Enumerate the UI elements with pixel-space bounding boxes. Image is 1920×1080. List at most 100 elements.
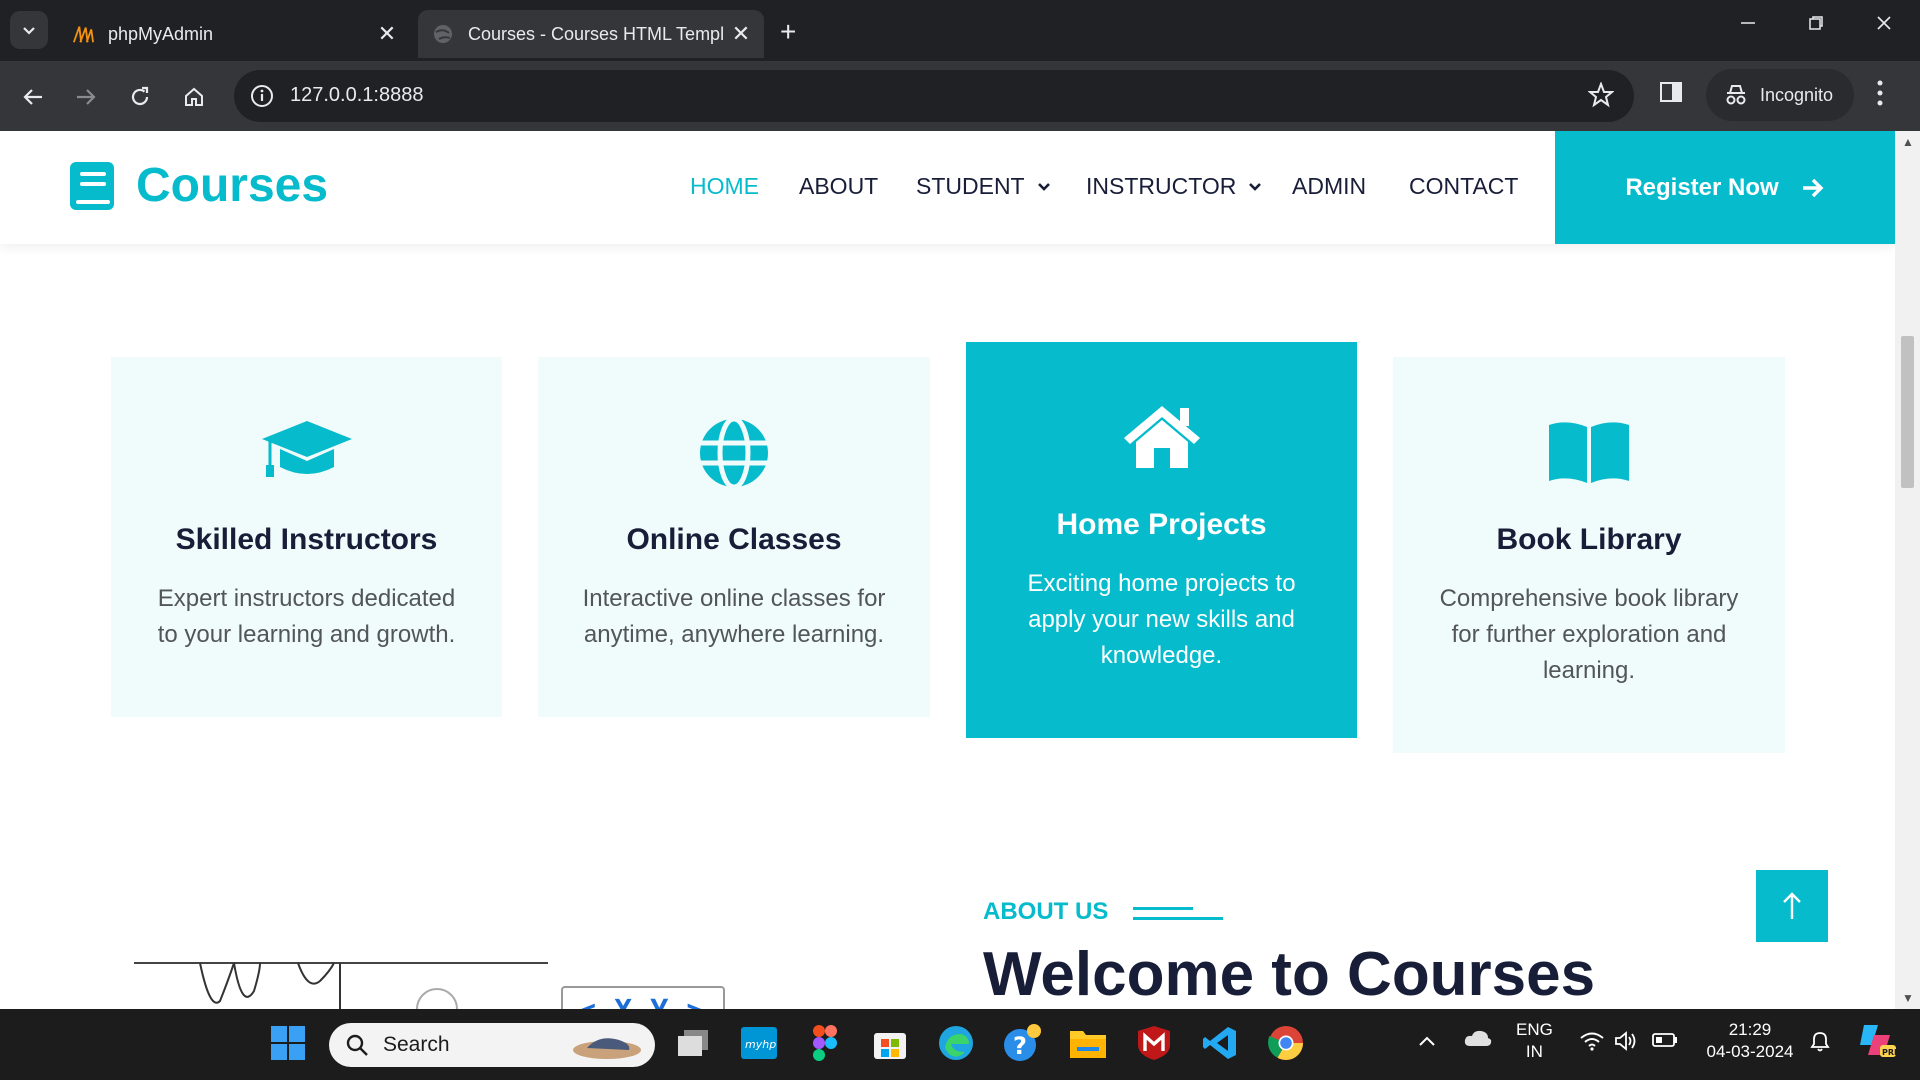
chevron-up-icon xyxy=(1419,1036,1435,1046)
svg-text:PRE: PRE xyxy=(1882,1048,1896,1057)
book-icon xyxy=(70,161,114,210)
search-placeholder: Search xyxy=(383,1033,450,1056)
search-icon xyxy=(346,1034,368,1056)
microsoft-store-icon[interactable] xyxy=(870,1023,910,1063)
service-description: Comprehensive book library for further e… xyxy=(1439,585,1739,684)
task-view-icon[interactable] xyxy=(673,1023,713,1063)
service-card-featured: Home Projects Exciting home projects to … xyxy=(966,342,1357,738)
site-info-icon[interactable] xyxy=(248,82,276,110)
volume-icon[interactable] xyxy=(1614,1031,1638,1057)
reload-icon xyxy=(131,86,149,106)
browser-tab-bar: phpMyAdmin ✕ Courses - Courses HTML Temp… xyxy=(0,0,1920,61)
copilot-icon[interactable]: PRE xyxy=(1856,1023,1900,1065)
brand-logo[interactable]: Courses xyxy=(70,158,328,213)
service-card: Skilled Instructors Expert instructors d… xyxy=(111,357,502,717)
vscode-icon[interactable] xyxy=(1200,1023,1240,1063)
arrow-right-icon xyxy=(77,89,96,105)
onedrive-cloud-icon[interactable] xyxy=(1464,1029,1492,1053)
chevron-down-icon xyxy=(1037,182,1050,191)
page-scrollbar[interactable]: ▲ ▼ xyxy=(1895,131,1920,1009)
forward-button[interactable] xyxy=(68,79,104,115)
home-button[interactable] xyxy=(176,79,212,115)
arrow-up-icon xyxy=(1783,892,1801,919)
file-explorer-icon[interactable] xyxy=(1068,1023,1108,1063)
back-button[interactable] xyxy=(15,79,51,115)
side-panel-icon[interactable] xyxy=(1658,79,1684,110)
nav-admin[interactable]: ADMIN xyxy=(1292,173,1366,200)
graduation-cap-icon xyxy=(111,419,502,479)
home-icon xyxy=(966,402,1357,470)
new-tab-button[interactable]: + xyxy=(780,16,796,48)
service-title: Home Projects xyxy=(1056,508,1267,541)
book-open-icon xyxy=(1393,419,1785,485)
tab-search-button[interactable] xyxy=(10,11,48,49)
reload-button[interactable] xyxy=(122,79,158,115)
battery-icon[interactable] xyxy=(1652,1031,1678,1055)
bookmark-star-icon[interactable] xyxy=(1587,81,1615,113)
close-window-icon[interactable] xyxy=(1864,14,1904,37)
home-icon xyxy=(185,87,203,106)
service-description: Expert instructors dedicated to your lea… xyxy=(157,585,456,648)
scrollbar-thumb[interactable] xyxy=(1901,336,1914,488)
windows-start-icon[interactable] xyxy=(268,1023,308,1063)
chevron-down-icon xyxy=(23,27,35,35)
windows-taskbar: Search myhp ? ENG IN 21:29 04-03-2024 PR xyxy=(0,1009,1920,1080)
service-description: Exciting home projects to apply your new… xyxy=(1027,570,1296,669)
tab-phpmyadmin[interactable]: phpMyAdmin ✕ xyxy=(58,10,410,58)
page-viewport: Courses HOME ABOUT STUDENT INSTRUCTOR AD… xyxy=(0,131,1895,1009)
address-bar[interactable]: 127.0.0.1:8888 xyxy=(234,70,1634,122)
wifi-icon[interactable] xyxy=(1580,1031,1604,1057)
language-indicator[interactable]: ENG IN xyxy=(1516,1019,1553,1063)
service-title: Online Classes xyxy=(626,523,842,556)
minimize-icon[interactable] xyxy=(1728,14,1768,37)
browser-toolbar: 127.0.0.1:8888 Incognito xyxy=(0,61,1920,131)
mcafee-icon[interactable] xyxy=(1134,1023,1174,1063)
url-text: 127.0.0.1:8888 xyxy=(290,84,424,106)
scroll-up-icon[interactable]: ▲ xyxy=(1902,135,1914,149)
restore-icon[interactable] xyxy=(1796,14,1836,37)
globe-favicon-icon xyxy=(432,23,454,45)
incognito-label: Incognito xyxy=(1760,84,1834,105)
nav-instructor[interactable]: INSTRUCTOR xyxy=(1086,173,1262,200)
myhp-app-icon[interactable]: myhp xyxy=(739,1023,779,1063)
brand-name: Courses xyxy=(136,159,329,212)
clock[interactable]: 21:29 04-03-2024 xyxy=(1700,1019,1800,1063)
get-help-icon[interactable]: ? xyxy=(1002,1023,1042,1063)
incognito-icon xyxy=(1726,85,1746,105)
nav-home[interactable]: HOME xyxy=(690,173,759,200)
service-card: Book Library Comprehensive book library … xyxy=(1393,357,1785,753)
nav-contact[interactable]: CONTACT xyxy=(1409,173,1518,200)
tab-title: Courses - Courses HTML Templ xyxy=(468,23,725,44)
tab-courses[interactable]: Courses - Courses HTML Templ ✕ xyxy=(418,10,764,58)
service-description: Interactive online classes for anytime, … xyxy=(582,585,886,648)
incognito-indicator[interactable]: Incognito xyxy=(1706,69,1854,121)
phpmyadmin-favicon-icon xyxy=(72,23,94,45)
edge-browser-icon[interactable] xyxy=(936,1023,976,1063)
arrow-right-icon xyxy=(1802,178,1824,197)
service-title: Skilled Instructors xyxy=(175,523,438,556)
register-now-button[interactable]: Register Now xyxy=(1555,131,1895,244)
show-hidden-icons[interactable] xyxy=(1418,1031,1436,1053)
nav-student[interactable]: STUDENT xyxy=(916,173,1051,200)
taskbar-search[interactable]: Search xyxy=(329,1023,655,1067)
about-section-label: ABOUT US xyxy=(983,898,1109,925)
nav-about[interactable]: ABOUT xyxy=(799,173,878,200)
section-divider-lines xyxy=(1133,907,1223,927)
svg-text:< X Y >: < X Y > xyxy=(578,994,704,1009)
register-label: Register Now xyxy=(1625,173,1779,201)
figma-icon[interactable] xyxy=(805,1023,845,1063)
service-card: Online Classes Interactive online classe… xyxy=(538,357,930,717)
chrome-icon[interactable] xyxy=(1266,1023,1306,1063)
tab-title: phpMyAdmin xyxy=(108,23,214,44)
search-highlight-icon xyxy=(573,1038,641,1059)
svg-text:myhp: myhp xyxy=(745,1038,776,1051)
close-tab-icon[interactable]: ✕ xyxy=(372,21,402,47)
browser-menu-icon[interactable] xyxy=(1876,77,1884,114)
globe-icon xyxy=(538,417,930,489)
svg-text:?: ? xyxy=(1013,1032,1027,1060)
scroll-down-icon[interactable]: ▼ xyxy=(1902,991,1914,1005)
notification-icon[interactable] xyxy=(1808,1029,1832,1059)
close-tab-icon[interactable]: ✕ xyxy=(726,21,756,47)
about-illustration: < X Y > xyxy=(134,962,725,1009)
back-to-top-button[interactable] xyxy=(1756,870,1828,942)
